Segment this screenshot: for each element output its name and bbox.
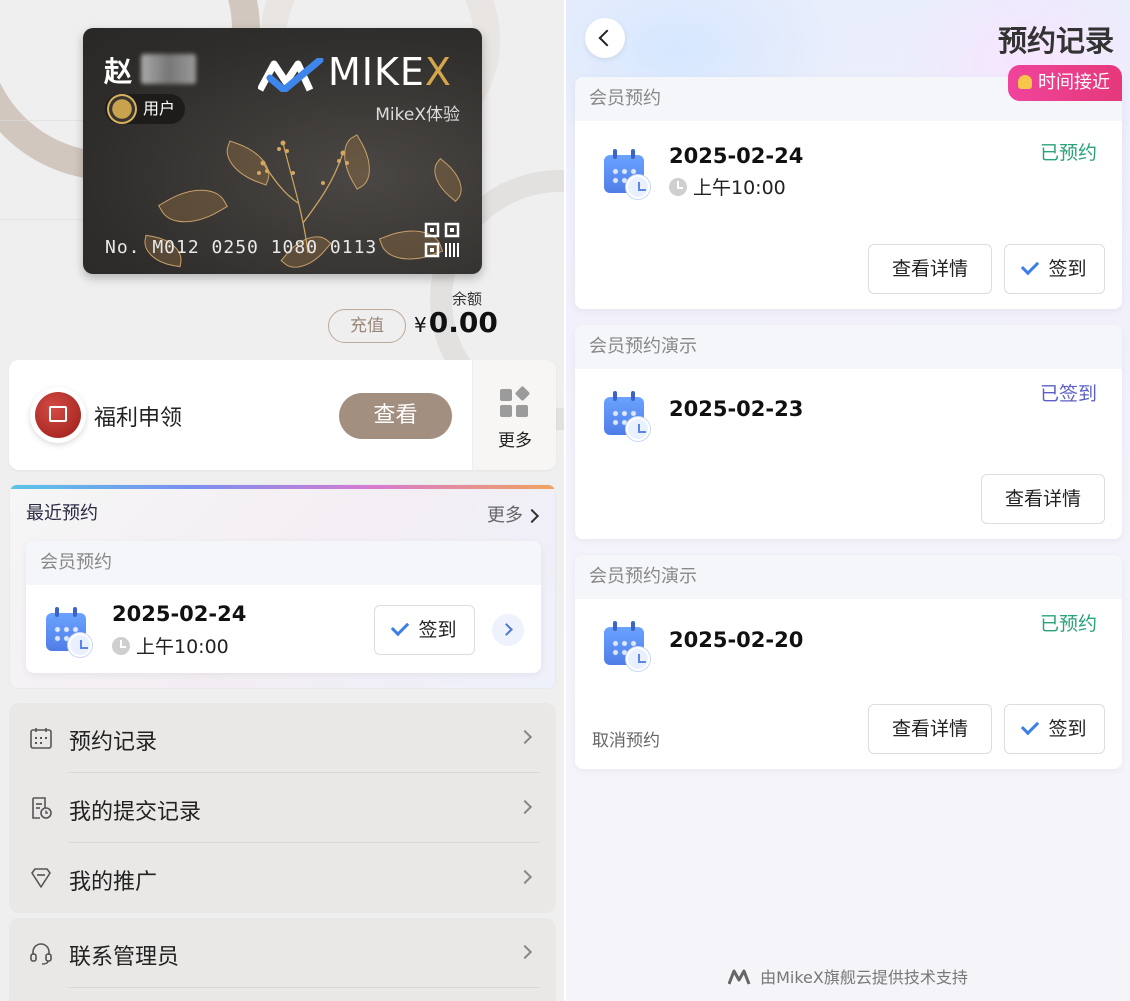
document-clock-icon <box>32 797 52 819</box>
footer-credit: 由MikeX旗舰云提供技术支持 <box>566 964 1130 988</box>
chevron-right-icon <box>517 869 533 885</box>
member-page: 赵 用户 MIKEX MikeX体验 No. M012 0250 1080 01… <box>0 0 564 1001</box>
qr-code-icon[interactable] <box>424 222 460 258</box>
appointment-record[interactable]: 会员预约演示 2025-02-23 已签到 查看详情 <box>575 325 1122 539</box>
menu-item-my-promotion[interactable]: 我的推广 <box>9 843 556 913</box>
menu-item-submission-records[interactable]: 我的提交记录 <box>9 773 556 843</box>
menu-group: 预约记录 我的提交记录 我的推广 <box>9 703 556 913</box>
menu-item-contact-admin[interactable]: 联系管理员 <box>9 918 556 988</box>
page-title: 预约记录 <box>997 24 1114 58</box>
balance-amount: ¥0.00 <box>414 306 498 339</box>
card-subtitle: MikeX体验 <box>375 105 460 125</box>
record-date: 2025-02-20 <box>669 628 804 652</box>
records-page: 预约记录 会员预约 2025-02-24 上午10:00 已预约 查看详情 签到… <box>566 0 1130 1001</box>
appointment-category: 会员预约 <box>26 541 541 585</box>
menu-item-appointment-records[interactable]: 预约记录 <box>9 703 556 773</box>
gift-icon <box>30 387 86 443</box>
mikex-logo-icon <box>258 58 324 92</box>
record-date: 2025-02-23 <box>669 397 804 421</box>
headset-icon <box>30 943 52 965</box>
view-details-button[interactable]: 查看详情 <box>981 474 1105 524</box>
member-card[interactable]: 赵 用户 MIKEX MikeX体验 No. M012 0250 1080 01… <box>83 28 482 274</box>
role-badge: 用户 <box>105 94 186 124</box>
check-icon <box>1021 716 1040 736</box>
record-status: 已预约 <box>1039 142 1097 164</box>
chevron-right-icon <box>517 799 533 815</box>
recent-title: 最近预约 <box>26 503 98 524</box>
card-number: No. M012 0250 1080 0113 <box>105 237 378 258</box>
more-button[interactable]: 更多 <box>472 360 556 470</box>
mikex-logo-icon <box>728 969 751 985</box>
clock-icon <box>669 178 687 196</box>
calendar-clock-icon <box>604 149 650 199</box>
menu-group-contact: 联系管理员 <box>9 918 556 1001</box>
recent-appointment-item[interactable]: 会员预约 2025-02-24 上午10:00 签到 <box>26 541 541 673</box>
check-icon <box>1021 256 1040 276</box>
cancel-appointment-link[interactable]: 取消预约 <box>592 726 660 751</box>
grid-icon <box>500 385 531 419</box>
name-blur-mask <box>141 54 196 84</box>
checkin-button[interactable]: 签到 <box>1004 244 1105 294</box>
record-status: 已预约 <box>1039 613 1097 635</box>
view-details-button[interactable]: 查看详情 <box>868 244 992 294</box>
role-badge-label: 用户 <box>143 99 176 118</box>
bell-icon <box>1018 75 1032 89</box>
calendar-clock-icon <box>604 391 650 441</box>
promotion-icon <box>31 868 51 888</box>
benefit-panel: 福利申领 查看 更多 <box>9 360 556 470</box>
calendar-clock-icon <box>46 607 92 657</box>
member-name: 赵 <box>104 55 133 88</box>
back-button[interactable] <box>585 18 625 58</box>
recharge-button[interactable]: 充值 <box>328 309 406 343</box>
record-status: 已签到 <box>1039 383 1097 405</box>
chevron-right-icon <box>517 729 533 745</box>
chevron-right-icon[interactable] <box>492 614 524 646</box>
check-icon <box>391 617 410 637</box>
chevron-right-icon <box>524 508 540 524</box>
recent-more-link[interactable]: 更多 <box>487 501 540 527</box>
appointment-record[interactable]: 会员预约演示 2025-02-20 已预约 取消预约 查看详情 签到 <box>575 555 1122 769</box>
benefit-view-button[interactable]: 查看 <box>339 393 452 439</box>
record-category: 会员预约演示 <box>575 325 1122 369</box>
view-details-button[interactable]: 查看详情 <box>868 704 992 754</box>
appointment-date: 2025-02-24 <box>112 602 247 626</box>
time-approaching-tag: 时间接近 <box>1008 65 1122 101</box>
calendar-clock-icon <box>604 621 650 671</box>
recent-appointments: 最近预约 更多 会员预约 2025-02-24 上午10:00 签到 <box>9 484 556 689</box>
calendar-icon <box>30 728 52 749</box>
brand-logo: MIKEX <box>258 50 468 96</box>
appointment-record[interactable]: 会员预约 2025-02-24 上午10:00 已预约 查看详情 签到 <box>575 77 1122 309</box>
clock-icon <box>112 637 130 655</box>
record-time: 上午10:00 <box>669 173 786 200</box>
floral-decoration <box>257 140 349 253</box>
checkin-button[interactable]: 签到 <box>374 605 475 655</box>
benefit-title: 福利申领 <box>94 406 183 431</box>
medal-icon <box>107 94 137 124</box>
record-date: 2025-02-24 <box>669 144 804 168</box>
checkin-button[interactable]: 签到 <box>1004 704 1105 754</box>
appointment-time: 上午10:00 <box>112 632 229 659</box>
record-category: 会员预约演示 <box>575 555 1122 599</box>
brand-wordmark: MIKEX <box>328 50 452 94</box>
chevron-right-icon <box>517 944 533 960</box>
